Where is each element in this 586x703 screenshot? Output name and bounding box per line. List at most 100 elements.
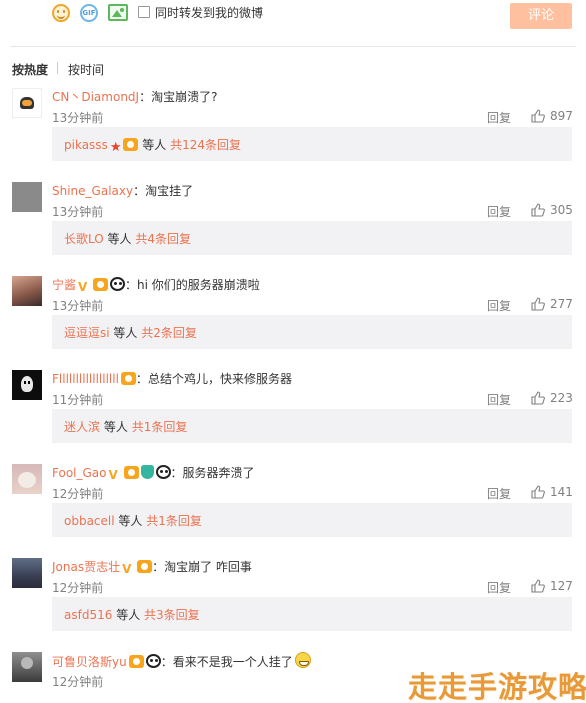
colon: ：	[170, 466, 183, 480]
member-badge-icon	[93, 278, 109, 291]
like-count: 277	[550, 297, 573, 311]
reply-button[interactable]: 回复	[487, 391, 511, 408]
sub-reply-count[interactable]: 共1条回复	[132, 420, 188, 434]
image-icon[interactable]	[108, 4, 128, 21]
avatar[interactable]	[12, 370, 42, 400]
sub-reply-count[interactable]: 共2条回复	[141, 326, 197, 340]
comment-line: 宁酱 V ：hi 你们的服务器崩溃啦	[52, 276, 260, 294]
comment-item: Fllllllllllllllllll ：总结个鸡儿，快来修服务器 11分钟前 回…	[0, 370, 586, 464]
sub-reply-count[interactable]: 共1条回复	[146, 514, 202, 528]
username[interactable]: Jonas贾志壮	[52, 560, 120, 574]
comment-line: CN丶DiamondJ：淘宝崩溃了?	[52, 88, 217, 106]
sub-reply-summary[interactable]: obbacell 等人 共1条回复	[52, 503, 572, 537]
sub-reply-summary[interactable]: asfd516 等人 共3条回复	[52, 597, 572, 631]
username[interactable]: Fllllllllllllllllll	[52, 372, 119, 386]
sub-reply-line: 长歌LO 等人 共4条回复	[64, 230, 191, 247]
like-count: 127	[550, 579, 573, 593]
reply-button[interactable]: 回复	[487, 109, 511, 126]
repost-label[interactable]: 同时转发到我的微博	[155, 4, 263, 21]
panda-badge-icon	[110, 277, 126, 291]
reply-button[interactable]: 回复	[487, 203, 511, 220]
avatar[interactable]	[12, 652, 42, 682]
tab-sort-by-time[interactable]: 按时间	[68, 61, 104, 78]
member-badge-icon	[128, 655, 144, 668]
sub-reply-user[interactable]: obbacell	[64, 514, 115, 528]
sub-reply-suffix: 等人	[118, 514, 143, 528]
sub-reply-summary[interactable]: pikasss ★ 等人 共124条回复	[52, 127, 572, 161]
comment-text: 淘宝崩了 咋回事	[164, 560, 252, 574]
comment-line: Fllllllllllllllllll ：总结个鸡儿，快来修服务器	[52, 370, 292, 388]
username[interactable]: Fool_Gao	[52, 466, 107, 480]
smile-icon[interactable]	[52, 4, 70, 22]
thumbs-up-icon[interactable]	[531, 579, 545, 593]
thumbs-up-icon[interactable]	[531, 297, 545, 311]
comment-text: 淘宝崩溃了?	[151, 90, 218, 104]
timestamp[interactable]: 13分钟前	[52, 297, 103, 314]
comment-text: 总结个鸡儿，快来修服务器	[147, 372, 292, 386]
colon: ：	[139, 90, 152, 104]
sub-reply-summary[interactable]: 长歌LO 等人 共4条回复	[52, 221, 572, 255]
sub-reply-summary[interactable]: 迷人滨 等人 共1条回复	[52, 409, 572, 443]
divider	[10, 46, 576, 47]
thumbs-up-icon[interactable]	[531, 203, 545, 217]
sub-reply-summary[interactable]: 逗逗逗si 等人 共2条回复	[52, 315, 572, 349]
sub-reply-user[interactable]: asfd516	[64, 608, 112, 622]
gif-icon[interactable]: GIF	[80, 4, 98, 22]
comment-item: CN丶DiamondJ：淘宝崩溃了? 13分钟前 回复 897 pikasss ★…	[0, 88, 586, 182]
avatar[interactable]	[12, 276, 42, 306]
member-badge-icon	[137, 560, 153, 573]
thumbs-up-icon[interactable]	[531, 109, 545, 123]
sub-reply-user[interactable]: 逗逗逗si	[64, 326, 110, 340]
sub-reply-suffix: 等人	[142, 138, 167, 152]
thumbs-up-icon[interactable]	[531, 391, 545, 405]
thumbs-up-icon[interactable]	[531, 485, 545, 499]
comment-composer-bar: GIF 同时转发到我的微博 评论	[0, 0, 586, 40]
sub-reply-user[interactable]: 迷人滨	[64, 420, 100, 434]
repost-checkbox[interactable]	[138, 6, 150, 18]
timestamp[interactable]: 12分钟前	[52, 485, 103, 502]
sub-reply-user[interactable]: 长歌LO	[64, 232, 104, 246]
sub-reply-count[interactable]: 共3条回复	[144, 608, 200, 622]
comment-text: 看来不是我一个人挂了	[172, 655, 293, 669]
reply-button[interactable]: 回复	[487, 485, 511, 502]
username[interactable]: 宁酱	[52, 278, 76, 292]
avatar[interactable]	[12, 182, 42, 212]
watermark: 走走手游攻略	[408, 670, 586, 703]
avatar[interactable]	[12, 558, 42, 588]
reply-button[interactable]: 回复	[487, 297, 511, 314]
timestamp[interactable]: 12分钟前	[52, 579, 103, 596]
member-badge-icon	[123, 466, 139, 479]
comment-line: Shine_Galaxy：淘宝挂了	[52, 182, 193, 200]
submit-comment-button[interactable]: 评论	[510, 3, 572, 29]
colon: ：	[160, 655, 173, 669]
comment-line: 可鲁贝洛斯yu ：看来不是我一个人挂了	[52, 652, 311, 671]
sub-reply-count[interactable]: 共4条回复	[135, 232, 191, 246]
avatar[interactable]	[12, 88, 42, 118]
sub-reply-line: 迷人滨 等人 共1条回复	[64, 418, 187, 435]
username[interactable]: 可鲁贝洛斯yu	[52, 655, 127, 669]
avatar[interactable]	[12, 464, 42, 494]
sub-reply-suffix: 等人	[103, 420, 128, 434]
sub-reply-line: 逗逗逗si 等人 共2条回复	[64, 324, 197, 341]
tab-sort-by-hot[interactable]: 按热度	[12, 61, 48, 78]
verified-v-icon: V	[122, 562, 132, 576]
comment-text: 淘宝挂了	[145, 184, 194, 198]
username[interactable]: Shine_Galaxy	[52, 184, 133, 198]
sub-reply-count[interactable]: 共124条回复	[170, 138, 241, 152]
member-badge-icon	[120, 372, 136, 385]
timestamp[interactable]: 13分钟前	[52, 203, 103, 220]
timestamp[interactable]: 13分钟前	[52, 109, 103, 126]
sub-reply-line: obbacell 等人 共1条回复	[64, 512, 202, 529]
sub-reply-user[interactable]: pikasss	[64, 138, 108, 152]
colon: ：	[152, 560, 165, 574]
verified-v-icon: V	[78, 280, 88, 294]
timestamp[interactable]: 11分钟前	[52, 391, 103, 408]
timestamp[interactable]: 12分钟前	[52, 673, 103, 690]
comment-text: 服务器奔溃了	[182, 466, 255, 480]
comment-item: Shine_Galaxy：淘宝挂了 13分钟前 回复 305 长歌LO 等人 共…	[0, 182, 586, 276]
username[interactable]: CN丶DiamondJ	[52, 90, 139, 104]
reply-button[interactable]: 回复	[487, 579, 511, 596]
like-count: 223	[550, 391, 573, 405]
comment-line: Jonas贾志壮 V ：淘宝崩了 咋回事	[52, 558, 252, 576]
colon: ：	[133, 184, 146, 198]
